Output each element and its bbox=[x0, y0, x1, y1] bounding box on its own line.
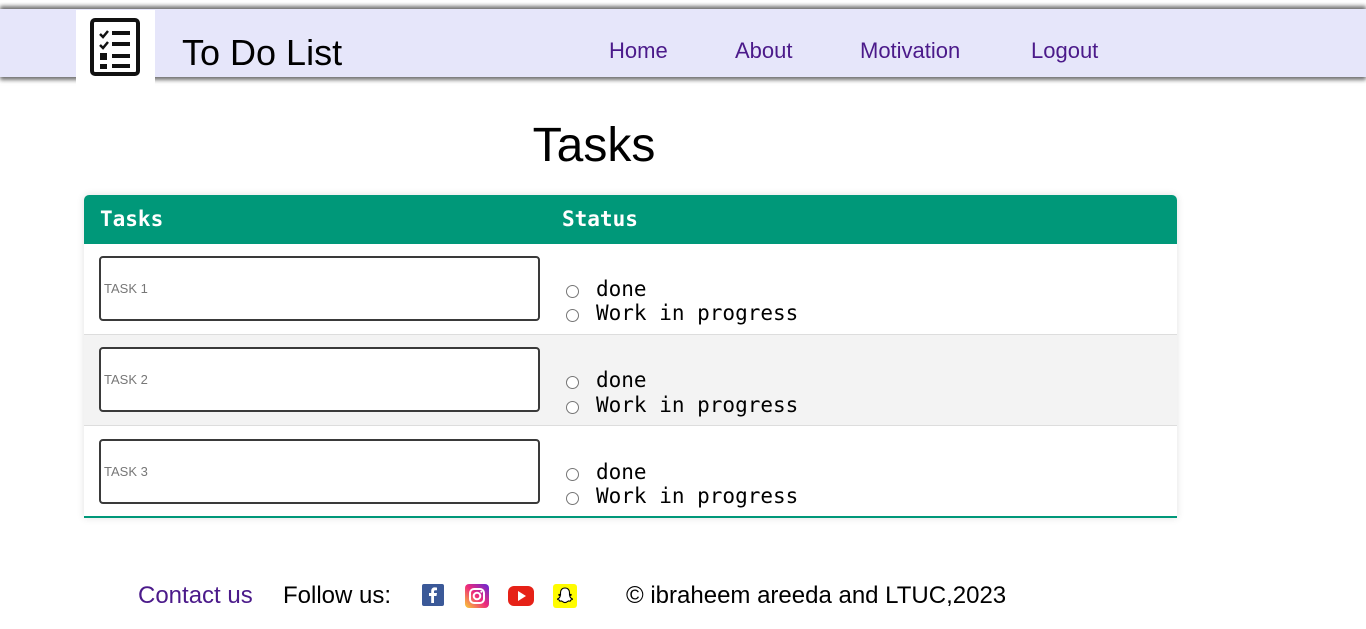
column-header-status: Status bbox=[562, 207, 638, 231]
main-nav: Home About Motivation Logout bbox=[0, 38, 1366, 66]
table-header: Tasks Status bbox=[84, 195, 1177, 244]
radio-button[interactable] bbox=[566, 468, 579, 481]
facebook-icon[interactable] bbox=[422, 584, 444, 606]
copyright-text: © ibraheem areeda and LTUC,2023 bbox=[626, 582, 1007, 609]
table-row: done Work in progress bbox=[84, 427, 1177, 516]
radio-button[interactable] bbox=[566, 492, 579, 505]
site-footer: Contact us Follow us: © ibraheem areeda … bbox=[0, 582, 1366, 612]
follow-label: Follow us: bbox=[283, 582, 392, 609]
task-3-input[interactable] bbox=[99, 439, 540, 504]
top-strip bbox=[0, 0, 1366, 9]
radio-label: done bbox=[596, 368, 647, 392]
snapchat-icon[interactable] bbox=[553, 584, 577, 608]
table-row: done Work in progress bbox=[84, 244, 1177, 335]
radio-label: Work in progress bbox=[596, 484, 799, 508]
radio-button[interactable] bbox=[566, 376, 579, 389]
radio-button[interactable] bbox=[566, 401, 579, 414]
contact-link[interactable]: Contact us bbox=[138, 582, 253, 610]
column-header-tasks: Tasks bbox=[100, 207, 164, 231]
radio-label: Work in progress bbox=[596, 301, 799, 325]
youtube-icon[interactable] bbox=[508, 586, 534, 606]
table-row: done Work in progress bbox=[84, 335, 1177, 426]
nav-logout[interactable]: Logout bbox=[1031, 38, 1098, 64]
radio-button[interactable] bbox=[566, 285, 579, 298]
radio-label: done bbox=[596, 277, 647, 301]
tasks-table: Tasks Status done Work in progress done … bbox=[84, 195, 1177, 518]
radio-button[interactable] bbox=[566, 309, 579, 322]
nav-about[interactable]: About bbox=[735, 38, 793, 64]
instagram-icon[interactable] bbox=[465, 584, 489, 608]
task-2-input[interactable] bbox=[99, 347, 540, 412]
page-title: Tasks bbox=[532, 119, 656, 172]
nav-home[interactable]: Home bbox=[609, 38, 668, 64]
radio-label: Work in progress bbox=[596, 393, 799, 417]
radio-label: done bbox=[596, 460, 647, 484]
task-1-input[interactable] bbox=[99, 256, 540, 321]
nav-motivation[interactable]: Motivation bbox=[860, 38, 960, 64]
